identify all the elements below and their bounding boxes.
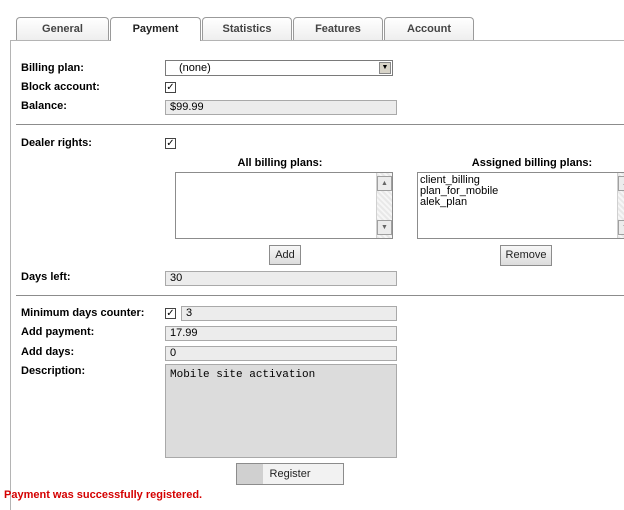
block-account-label: Block account: (21, 81, 100, 93)
description-label: Description: (21, 365, 86, 377)
tab-label: Features (315, 23, 361, 35)
scroll-down-icon[interactable]: ▼ (377, 220, 392, 235)
remove-plan-button[interactable]: Remove (500, 245, 552, 266)
balance-label: Balance: (21, 100, 67, 112)
status-message: Payment was successfully registered. (4, 489, 203, 501)
balance-field[interactable]: $99.99 (165, 100, 397, 115)
checkmark-icon: ✓ (166, 82, 175, 93)
tab-label: General (42, 23, 83, 35)
days-left-label: Days left: (21, 271, 71, 283)
list-item[interactable]: alek_plan (420, 197, 624, 208)
minimum-days-label: Minimum days counter: (21, 307, 145, 319)
scroll-down-icon[interactable]: ▼ (618, 220, 624, 235)
all-plans-items (176, 173, 392, 175)
tab-payment[interactable]: Payment (110, 17, 201, 41)
scrollbar[interactable]: ▲ ▼ (376, 173, 392, 238)
tab-general[interactable]: General (16, 17, 109, 40)
scroll-up-icon[interactable]: ▲ (377, 176, 392, 191)
checkmark-icon: ✓ (166, 308, 175, 319)
dealer-rights-label: Dealer rights: (21, 137, 92, 149)
block-account-checkbox[interactable]: ✓ (165, 82, 176, 93)
assigned-plans-header: Assigned billing plans: (471, 157, 593, 169)
all-plans-listbox[interactable]: ▲ ▼ (175, 172, 393, 239)
tab-features[interactable]: Features (293, 17, 383, 40)
add-payment-label: Add payment: (21, 326, 95, 338)
dealer-rights-checkbox[interactable]: ✓ (165, 138, 176, 149)
assigned-plans-listbox[interactable]: client_billing plan_for_mobile alek_plan… (417, 172, 624, 239)
scrollbar[interactable]: ▲ ▼ (617, 173, 624, 238)
divider (16, 295, 624, 296)
description-textarea[interactable]: Mobile site activation (165, 364, 397, 458)
minimum-days-checkbox[interactable]: ✓ (165, 308, 176, 319)
add-days-label: Add days: (21, 346, 75, 358)
tab-account[interactable]: Account (384, 17, 474, 40)
tab-label: Payment (132, 23, 179, 35)
tab-label: Account (407, 23, 451, 35)
billing-plan-value: (none) (179, 62, 211, 74)
tab-bar: General Payment Statistics Features Acco… (16, 16, 624, 41)
billing-plan-label: Billing plan: (21, 62, 84, 74)
minimum-days-field[interactable]: 3 (181, 306, 397, 321)
register-button[interactable]: Register (236, 463, 344, 485)
add-days-field[interactable]: 0 (165, 346, 397, 361)
all-plans-header: All billing plans: (237, 157, 323, 169)
tab-statistics[interactable]: Statistics (202, 17, 292, 40)
divider (16, 124, 624, 125)
assigned-plans-items: client_billing plan_for_mobile alek_plan (418, 173, 624, 208)
add-payment-field[interactable]: 17.99 (165, 326, 397, 341)
scroll-up-icon[interactable]: ▲ (618, 176, 624, 191)
tab-label: Statistics (222, 23, 272, 35)
add-plan-button[interactable]: Add (269, 245, 301, 265)
checkmark-icon: ✓ (166, 138, 175, 149)
days-left-field[interactable]: 30 (165, 271, 397, 286)
billing-plan-select[interactable]: (none) ▼ (165, 60, 393, 76)
dropdown-arrow-icon[interactable]: ▼ (379, 62, 391, 74)
